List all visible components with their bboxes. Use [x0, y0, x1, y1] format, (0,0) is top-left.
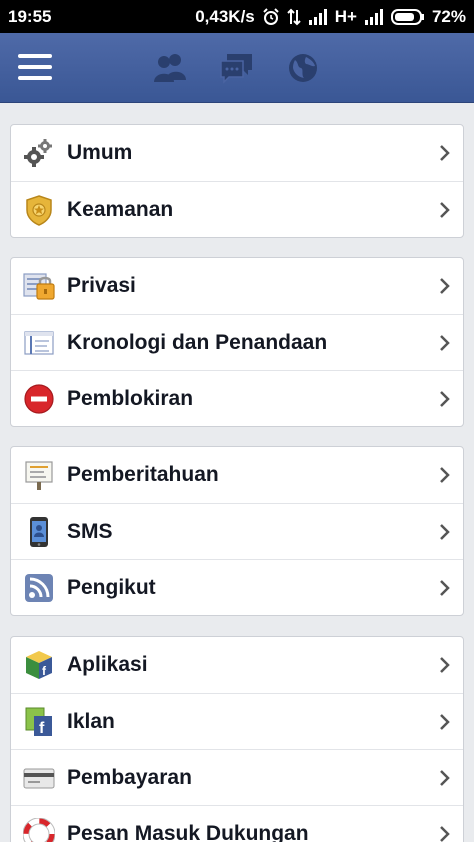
status-speed: 0,43K/s [195, 6, 255, 26]
settings-item-pemberitahuan[interactable]: Pemberitahuan [11, 447, 463, 503]
messages-icon[interactable] [219, 51, 255, 85]
signal-icon-1 [308, 8, 328, 25]
chevron-right-icon [439, 824, 451, 842]
item-label: Aplikasi [67, 653, 148, 676]
chevron-right-icon [439, 712, 451, 732]
settings-group-1: Umum Keamanan [10, 124, 464, 238]
timeline-icon [23, 327, 55, 359]
item-label: Umum [67, 141, 133, 164]
status-bar: 19:55 0,43K/s H+ 72% [0, 0, 474, 33]
chevron-right-icon [439, 333, 451, 353]
menu-icon[interactable] [18, 54, 52, 82]
settings-item-umum[interactable]: Umum [11, 125, 463, 181]
item-label: Pesan Masuk Dukungan [67, 822, 309, 842]
item-label: Privasi [67, 274, 136, 297]
phone-icon [23, 516, 55, 548]
privacy-lock-icon [23, 270, 55, 302]
ads-icon: f [23, 706, 55, 738]
status-time: 19:55 [8, 6, 52, 26]
alarm-icon [262, 7, 280, 26]
chevron-right-icon [439, 768, 451, 788]
settings-item-kronologi[interactable]: Kronologi dan Penandaan [11, 314, 463, 370]
gears-icon [23, 137, 55, 169]
settings-item-sms[interactable]: SMS [11, 503, 463, 559]
status-network: H+ [334, 6, 357, 26]
rss-icon [23, 572, 55, 604]
settings-group-4: f Aplikasi f Iklan Pembayaran Pesan Masu… [10, 636, 464, 842]
settings-item-pesan-masuk-dukungan[interactable]: Pesan Masuk Dukungan [11, 805, 463, 842]
chevron-right-icon [439, 655, 451, 675]
settings-item-pengikut[interactable]: Pengikut [11, 559, 463, 615]
settings-group-2: Privasi Kronologi dan Penandaan Pembloki… [10, 257, 464, 427]
item-label: Iklan [67, 710, 115, 733]
block-icon [23, 383, 55, 415]
apps-cube-icon: f [23, 649, 55, 681]
settings-group-3: Pemberitahuan SMS Pengikut [10, 446, 464, 616]
svg-text:f: f [39, 720, 45, 737]
settings-item-aplikasi[interactable]: f Aplikasi [11, 637, 463, 693]
item-label: Pemblokiran [67, 387, 194, 410]
security-badge-icon [23, 194, 55, 226]
status-right: 0,43K/s H+ 72% [195, 7, 466, 27]
friends-icon[interactable] [152, 51, 188, 85]
settings-item-keamanan[interactable]: Keamanan [11, 181, 463, 237]
chevron-right-icon [439, 389, 451, 409]
lifebuoy-icon [22, 817, 56, 842]
chevron-right-icon [439, 276, 451, 296]
card-icon [23, 762, 55, 794]
data-transfer-icon [287, 8, 301, 26]
notifications-board-icon [23, 459, 55, 491]
item-label: Pembayaran [67, 766, 192, 789]
status-battery: 72% [431, 6, 466, 26]
app-header [0, 33, 474, 103]
settings-item-iklan[interactable]: f Iklan [11, 693, 463, 749]
chevron-right-icon [439, 522, 451, 542]
settings-item-privasi[interactable]: Privasi [11, 258, 463, 314]
signal-icon-2 [364, 8, 384, 25]
chevron-right-icon [439, 200, 451, 220]
item-label: Keamanan [67, 198, 174, 221]
settings-item-pemblokiran[interactable]: Pemblokiran [11, 370, 463, 426]
chevron-right-icon [439, 578, 451, 598]
item-label: Pemberitahuan [67, 463, 219, 486]
item-label: Kronologi dan Penandaan [67, 331, 328, 354]
globe-icon[interactable] [286, 51, 322, 85]
chevron-right-icon [439, 465, 451, 485]
battery-icon [390, 8, 425, 25]
item-label: Pengikut [67, 576, 156, 599]
settings-item-pembayaran[interactable]: Pembayaran [11, 749, 463, 805]
chevron-right-icon [439, 143, 451, 163]
item-label: SMS [67, 520, 113, 543]
